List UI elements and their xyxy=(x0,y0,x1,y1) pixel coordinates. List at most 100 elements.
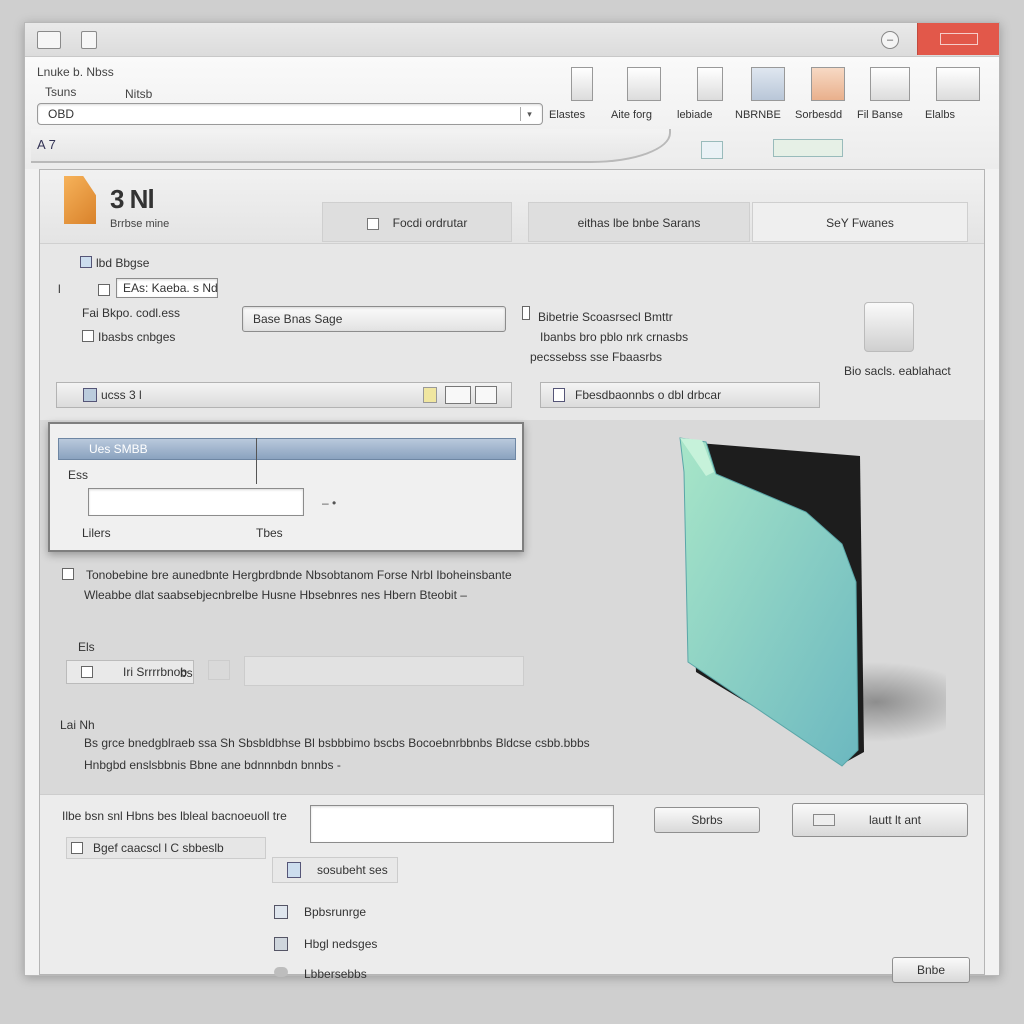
title-bar: – xyxy=(25,23,999,57)
folder-icon xyxy=(80,256,92,268)
tab-label: eithas lbe bnbe Sarans xyxy=(577,216,701,230)
side-caption: Bio sacls. eablahact xyxy=(844,364,951,378)
divider xyxy=(256,438,257,484)
row-label: lbd Bbgse xyxy=(96,256,150,270)
notes-input[interactable] xyxy=(244,656,524,686)
link-icon xyxy=(274,967,288,977)
search-input[interactable]: Base Bnas Sage xyxy=(242,306,506,332)
page-icon xyxy=(697,67,723,101)
list-item-2[interactable]: Hbgl nedsges xyxy=(304,937,377,951)
list-item-3[interactable]: Lbbersebbs xyxy=(304,967,367,981)
tab-strip: A 7 xyxy=(25,129,999,169)
tab-2[interactable]: eithas lbe bnbe Sarans xyxy=(528,202,750,242)
desc-line-3: pecssebss sse Fbaasrbs xyxy=(530,350,663,364)
sub-item[interactable]: sosubeht ses xyxy=(272,857,398,883)
page-icon[interactable] xyxy=(553,388,565,402)
note-icon[interactable] xyxy=(423,387,437,403)
document-icon xyxy=(571,67,593,101)
ribbon-tool-3[interactable]: lebiade xyxy=(677,67,743,133)
list-item-1[interactable]: Bpbsrunrge xyxy=(304,905,366,919)
notes-checkbox-row[interactable]: Iri Srrrrbnob xyxy=(66,660,194,684)
minimize-button[interactable]: – xyxy=(881,31,899,49)
notes-checkbox[interactable] xyxy=(62,568,74,580)
field-label-2: Fai Bkpo. codl.ess xyxy=(82,306,181,320)
small-button[interactable] xyxy=(208,660,230,680)
checkbox[interactable] xyxy=(71,842,83,854)
desc-line-1: Bibetrie Scoasrsecl Bmttr xyxy=(538,310,673,324)
list-icon xyxy=(751,67,785,101)
ribbon-tool-label: Elalbs xyxy=(925,109,955,121)
folder-illustration xyxy=(646,432,976,772)
checkbox-icon xyxy=(366,217,379,230)
field-checkbox[interactable] xyxy=(98,284,110,296)
table-icon xyxy=(870,67,910,101)
footer: Ilbe bsn snl Hbns bes lbleal bacnoeuoll … xyxy=(40,794,984,983)
dialog-input[interactable] xyxy=(88,488,304,516)
ribbon-tool-7[interactable]: Elalbs xyxy=(925,67,991,133)
chevron-down-icon[interactable]: ▾ xyxy=(520,107,538,121)
window-icon[interactable] xyxy=(701,141,723,159)
ribbon-tool-label: Elastes xyxy=(549,109,586,121)
small-action-button[interactable]: Sbrbs xyxy=(654,807,760,833)
dialog-caption-right: Tbes xyxy=(256,526,283,540)
page-icon xyxy=(522,306,530,320)
paragraph-1: Bs grce bnedgblraeb ssa Sh Sbsbldbhse Bl… xyxy=(84,736,590,750)
close-button[interactable] xyxy=(917,23,999,55)
checkbox-label: Iri Srrrrbnob xyxy=(123,665,188,679)
ribbon-tool-5[interactable]: Sorbesdd xyxy=(795,67,861,133)
view-toggle[interactable] xyxy=(445,386,471,404)
header-band: 3 Nl Brrbse mine Focdi ordrutar eithas l… xyxy=(40,170,984,244)
close-icon xyxy=(940,33,978,45)
ribbon-tool-label: NBRNBE xyxy=(735,109,781,121)
footer-input[interactable] xyxy=(310,805,614,843)
bottom-button[interactable]: Bnbe xyxy=(892,957,970,983)
notes-small-label: Els xyxy=(78,640,95,654)
ribbon-label-3: Nitsb xyxy=(125,87,153,101)
document-icon xyxy=(274,905,288,919)
primary-action-button[interactable]: lautt lt ant xyxy=(792,803,968,837)
dialog-titlebar[interactable]: Ues SMBB xyxy=(58,438,516,460)
ribbon-label-1: Lnuke b. Nbss xyxy=(37,65,114,79)
footer-checkbox-row[interactable]: Bgef caacscl l C sbbeslb xyxy=(66,837,266,859)
field-input[interactable]: EAs: Kaeba. s Nd xyxy=(116,278,218,298)
field-label-3: Ibasbs cnbges xyxy=(98,330,176,344)
app-window: – Lnuke b. Nbss Tsuns Nitsb OBD ▾ Elaste… xyxy=(24,22,1000,983)
section-label: Lai Nh xyxy=(60,718,95,732)
checkbox-suffix: bs xyxy=(180,666,193,680)
folder-icon xyxy=(679,437,976,767)
field-checkbox-3[interactable] xyxy=(82,330,94,342)
toolbar-label: ucss 3 l xyxy=(101,388,142,402)
ribbon-tool-6[interactable]: Fil Banse xyxy=(857,67,923,133)
ribbon-tool-label: Fil Banse xyxy=(857,109,903,121)
dialog-label: Ess xyxy=(68,468,89,482)
tab-3[interactable]: SeY Fwanes xyxy=(752,202,968,242)
document-icon xyxy=(64,176,96,224)
checkbox[interactable] xyxy=(81,666,93,678)
paragraph-2: Hnbgbd enslsbbnis Bbne ane bdnnnbdn bnnb… xyxy=(84,758,341,772)
grid-icon[interactable] xyxy=(773,139,843,157)
toolbar-label: Fbesdbaonnbs o dbl drbcar xyxy=(575,388,722,402)
document-icon[interactable] xyxy=(81,31,97,49)
ribbon-tool-label: Sorbesdd xyxy=(795,109,843,121)
report-icon xyxy=(811,67,845,101)
tab-code[interactable]: A 7 xyxy=(37,137,56,152)
address-bar[interactable]: OBD ▾ xyxy=(37,103,543,125)
folder-icon[interactable] xyxy=(83,388,97,402)
dialog-caption-left: Lilers xyxy=(82,526,111,540)
tab-label: Focdi ordrutar xyxy=(392,216,468,230)
tab-1[interactable]: Focdi ordrutar xyxy=(322,202,512,242)
page-icon xyxy=(287,862,301,878)
right-toolbar: Fbesdbaonnbs o dbl drbcar xyxy=(540,382,820,408)
main-panel: 3 Nl Brrbse mine Focdi ordrutar eithas l… xyxy=(39,169,985,983)
ribbon-tool-label: lebiade xyxy=(677,109,713,121)
ribbon-tool-1[interactable]: Elastes xyxy=(549,67,615,133)
server-icon xyxy=(864,302,914,352)
monitor-icon xyxy=(627,67,661,101)
view-toggle-2[interactable] xyxy=(475,386,497,404)
dialog-dash: – • xyxy=(322,496,337,510)
ribbon-tool-2[interactable]: Aite forg xyxy=(611,67,677,133)
field-prefix: l xyxy=(58,282,61,296)
sub-item-label: sosubeht ses xyxy=(317,863,388,877)
ribbon-tool-4[interactable]: NBRNBE xyxy=(735,67,801,133)
dialog-title: Ues SMBB xyxy=(89,442,148,456)
